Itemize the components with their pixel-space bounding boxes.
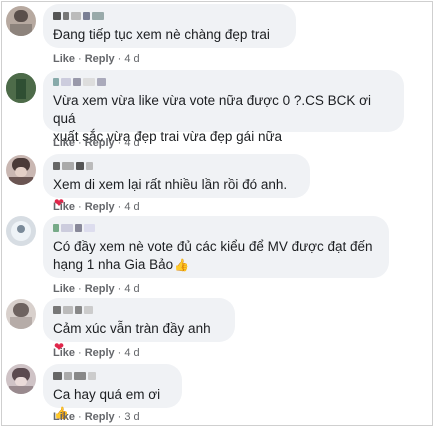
commenter-avatar[interactable]	[6, 73, 36, 103]
comment-actions: Like · Reply · 4 d	[53, 201, 140, 213]
commenter-name-blurred[interactable]	[53, 222, 377, 235]
commenter-avatar[interactable]	[6, 299, 36, 329]
commenter-name-blurred[interactable]	[53, 304, 223, 317]
reply-link[interactable]: Reply	[85, 347, 115, 359]
comment-bubble: Đang tiếp tục xem nè chàng đẹp trai	[43, 4, 296, 48]
like-link[interactable]: Like	[53, 411, 75, 423]
commenter-avatar[interactable]	[6, 364, 36, 394]
comment-actions: Like · Reply · 4 d	[53, 347, 140, 359]
reply-link[interactable]: Reply	[85, 411, 115, 423]
like-link[interactable]: Like	[53, 53, 75, 65]
like-link[interactable]: Like	[53, 201, 75, 213]
comment-bubble: Vừa xem vừa like vừa vote nữa được 0 ?.C…	[43, 70, 404, 144]
commenter-name-blurred[interactable]	[53, 76, 392, 89]
comment-text: Đang tiếp tục xem nè chàng đẹp trai	[53, 27, 270, 42]
comment-actions: Like · Reply · 4 d	[53, 53, 140, 65]
commenter-avatar[interactable]	[6, 6, 36, 36]
comment-timestamp[interactable]: 4 d	[124, 201, 139, 213]
comment-timestamp[interactable]: 4 d	[124, 283, 139, 295]
comment-text: Có đầy xem nè vote đủ các kiểu để MV đượ…	[53, 239, 373, 272]
comment-actions: Like · Reply · 4 d	[53, 137, 140, 149]
commenter-avatar[interactable]	[6, 216, 36, 246]
comment-bubble: Cảm xúc vẫn tràn đầy anh ❤	[43, 298, 235, 354]
like-link[interactable]: Like	[53, 137, 75, 149]
reply-link[interactable]: Reply	[85, 201, 115, 213]
comment-timestamp[interactable]: 3 d	[124, 411, 139, 423]
comment-bubble: Xem di xem lại rất nhiều lần rồi đó anh.…	[43, 154, 310, 210]
commenter-name-blurred[interactable]	[53, 160, 298, 173]
reply-link[interactable]: Reply	[85, 53, 115, 65]
reply-link[interactable]: Reply	[85, 137, 115, 149]
comment-timestamp[interactable]: 4 d	[124, 53, 139, 65]
comment-timestamp[interactable]: 4 d	[124, 347, 139, 359]
thumbs-up-emoji-icon: 👍	[174, 258, 190, 272]
reply-link[interactable]: Reply	[85, 283, 115, 295]
commenter-avatar[interactable]	[6, 155, 36, 185]
commenter-name-blurred[interactable]	[53, 370, 170, 383]
like-link[interactable]: Like	[53, 283, 75, 295]
like-link[interactable]: Like	[53, 347, 75, 359]
comment-actions: Like · Reply · 3 d	[53, 411, 140, 423]
commenter-name-blurred[interactable]	[53, 10, 284, 23]
comment-actions: Like · Reply · 4 d	[53, 283, 140, 295]
comment-bubble: Ca hay quá em ơi 👍	[43, 364, 182, 420]
comment-timestamp[interactable]: 4 d	[124, 137, 139, 149]
comment-bubble: Có đầy xem nè vote đủ các kiểu để MV đượ…	[43, 216, 389, 278]
